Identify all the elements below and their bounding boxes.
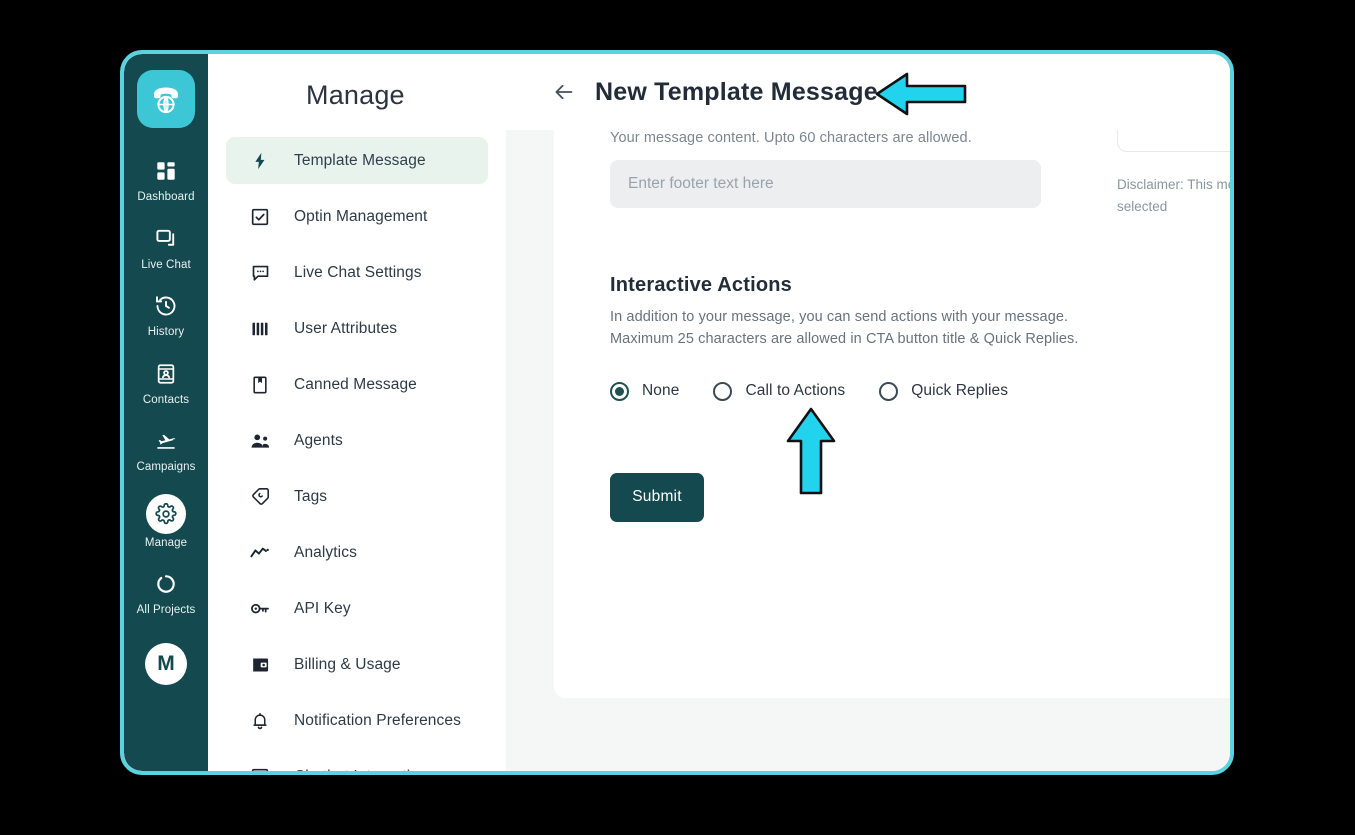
radio-option-none[interactable]: None (610, 381, 680, 401)
footer-text-input[interactable] (610, 160, 1041, 208)
sidebar-item-label: Agents (294, 431, 343, 449)
avatar-initial: M (157, 651, 175, 675)
bell-icon (248, 709, 272, 733)
rail-item-campaigns[interactable]: Campaigns (124, 426, 208, 474)
rail-item-label: Dashboard (137, 191, 195, 203)
clock-rewind-icon (151, 291, 181, 321)
interactive-actions-radio-group: None Call to Actions Quick Replies (610, 381, 1080, 401)
chat-bubble-icon (248, 261, 272, 285)
sidebar-item-chatbot-integration[interactable]: Chatbot Integration (226, 753, 488, 771)
page-section-title: Manage (306, 80, 405, 110)
radio-label: Quick Replies (911, 382, 1009, 399)
interactive-actions-desc-line-1: In addition to your message, you can sen… (610, 309, 1069, 325)
rail-item-live-chat[interactable]: Live Chat (124, 224, 208, 272)
sidebar-item-label: Billing & Usage (294, 655, 401, 673)
sidebar-item-label: API Key (294, 599, 351, 617)
airplane-icon (151, 426, 181, 456)
primary-icon-rail: Dashboard Live Chat History Contacts Cam… (124, 54, 208, 771)
rail-item-all-projects[interactable]: All Projects (124, 569, 208, 617)
radio-indicator (713, 381, 733, 401)
sidebar-item-notification-preferences[interactable]: Notification Preferences (226, 697, 488, 744)
preview-column: Disclaimer: This message that media sele… (1117, 130, 1230, 218)
people-icon (248, 429, 272, 453)
form-column: Your message content. Upto 60 characters… (610, 130, 1080, 522)
rail-item-label: History (147, 326, 185, 338)
interactive-actions-desc-line-2: Maximum 25 characters are allowed in CTA… (610, 330, 1079, 347)
sidebar-item-template-message[interactable]: Template Message (226, 137, 488, 184)
sidebar-item-label: Canned Message (294, 375, 417, 393)
bookmark-book-icon (248, 373, 272, 397)
rail-item-label: Contacts (142, 393, 190, 406)
radio-label: Call to Actions (745, 382, 846, 399)
app-window: Dashboard Live Chat History Contacts Cam… (120, 50, 1234, 775)
phone-globe-icon[interactable] (137, 70, 195, 128)
radio-label: None (642, 382, 680, 399)
submit-button[interactable]: Submit (610, 472, 704, 522)
sidebar-item-optin-management[interactable]: Optin Management (226, 193, 488, 240)
plus-square-icon (248, 765, 272, 771)
rail-item-history[interactable]: History (124, 291, 208, 339)
content-scroll-area: Your message content. Upto 60 characters… (506, 130, 1230, 771)
dashboard-grid-icon (151, 156, 181, 186)
radio-indicator (610, 381, 629, 401)
sidebar-item-label: Template Message (294, 151, 426, 169)
disclaimer-text: Disclaimer: This message that media sele… (1117, 177, 1230, 214)
rail-item-label: Campaigns (136, 461, 196, 473)
radio-option-call-to-actions[interactable]: Call to Actions (713, 381, 846, 401)
key-icon (248, 597, 272, 621)
manage-nav-column: Manage Template Message Optin Management (208, 54, 506, 771)
columns-icon (248, 317, 272, 341)
sidebar-item-agents[interactable]: Agents (226, 417, 488, 464)
line-chart-icon (248, 541, 272, 565)
contact-card-icon (151, 359, 181, 389)
rail-item-label: All Projects (136, 604, 196, 616)
sidebar-item-label: Optin Management (294, 207, 428, 225)
sidebar-item-label: User Attributes (294, 319, 398, 337)
interactive-actions-title: Interactive Actions (610, 274, 793, 296)
wallet-icon (248, 653, 272, 677)
sidebar-item-canned-message[interactable]: Canned Message (226, 361, 488, 408)
avatar[interactable]: M (145, 642, 187, 685)
arrow-left-icon[interactable] (551, 79, 577, 105)
sidebar-item-billing-usage[interactable]: Billing & Usage (226, 641, 488, 688)
sidebar-item-label: Tags (294, 487, 328, 505)
checkbox-icon (248, 205, 272, 229)
sidebar-item-api-key[interactable]: API Key (226, 585, 488, 632)
sidebar-item-user-attributes[interactable]: User Attributes (226, 305, 488, 352)
rail-item-contacts[interactable]: Contacts (124, 359, 208, 407)
sidebar-item-live-chat-settings[interactable]: Live Chat Settings (226, 249, 488, 296)
message-preview-box (1117, 130, 1230, 152)
rail-item-label: Live Chat (141, 258, 191, 271)
sidebar-item-tags[interactable]: Tags (226, 473, 488, 520)
lightning-bolt-icon (248, 149, 272, 173)
chat-window-icon (151, 224, 181, 254)
footer-field-hint: Your message content. Upto 60 characters… (610, 130, 972, 146)
sidebar-item-label: Live Chat Settings (294, 263, 422, 281)
page-title: New Template Message (595, 77, 878, 106)
page-header: New Template Message (506, 54, 1230, 130)
gear-icon (146, 493, 186, 534)
radio-indicator (879, 381, 899, 401)
rail-item-dashboard[interactable]: Dashboard (124, 156, 208, 204)
sidebar-item-label: Notification Preferences (294, 711, 461, 729)
form-card: Your message content. Upto 60 characters… (554, 130, 1230, 698)
radio-option-quick-replies[interactable]: Quick Replies (879, 381, 1009, 401)
tag-icon (248, 485, 272, 509)
circle-loader-icon (151, 569, 181, 599)
rail-item-label: Manage (144, 536, 188, 549)
sidebar-item-label: Analytics (294, 543, 357, 561)
rail-item-manage[interactable]: Manage (124, 493, 208, 550)
main-region: New Template Message Your message conten… (506, 54, 1230, 771)
sidebar-item-label: Chatbot Integration (294, 768, 428, 772)
sidebar-item-analytics[interactable]: Analytics (226, 529, 488, 576)
